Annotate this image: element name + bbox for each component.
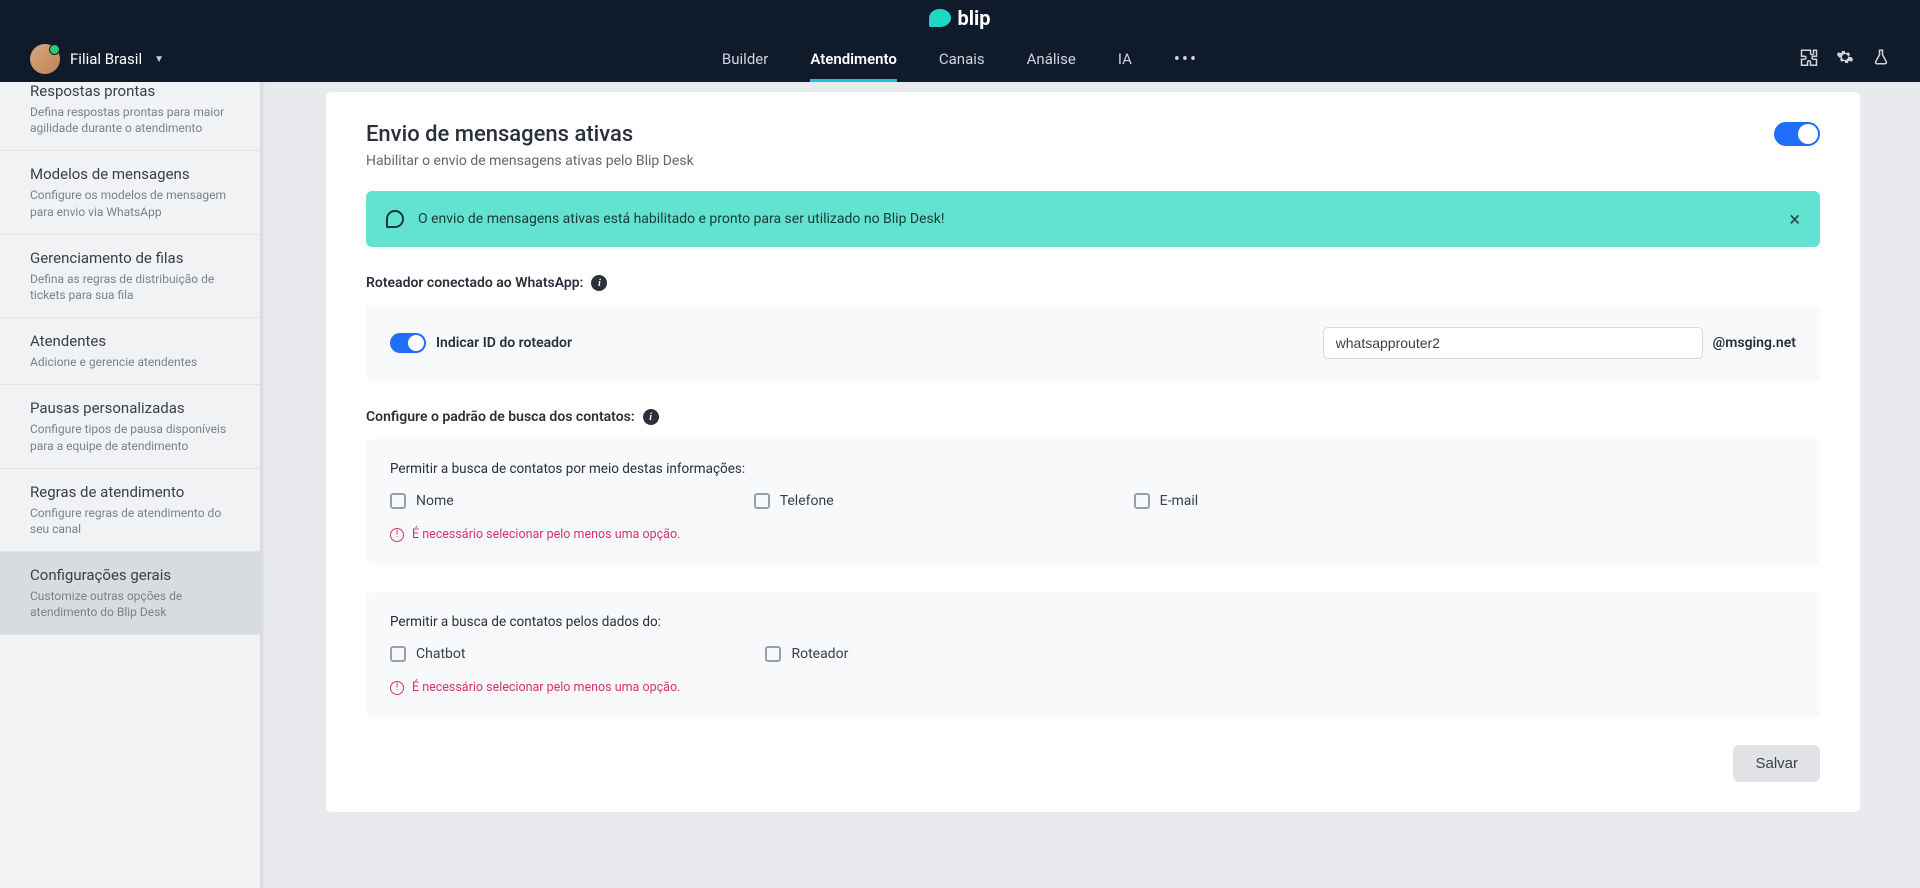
- flask-icon[interactable]: [1872, 48, 1890, 71]
- puzzle-icon[interactable]: [1800, 48, 1818, 71]
- checkbox-label: Roteador: [791, 646, 848, 662]
- sidebar-item-label: Pausas personalizadas: [30, 399, 230, 417]
- sidebar-item-respostas[interactable]: Respostas prontas Defina respostas pront…: [0, 82, 260, 151]
- checkbox-label: Chatbot: [416, 646, 465, 662]
- alert-icon: !: [390, 528, 404, 542]
- checkbox-roteador[interactable]: Roteador: [765, 646, 848, 662]
- checkbox-icon: [765, 646, 781, 662]
- error-text: É necessário selecionar pelo menos uma o…: [412, 680, 680, 695]
- sidebar-item-desc: Configure tipos de pausa disponíveis par…: [30, 421, 230, 453]
- sidebar-item-desc: Configure regras de atendimento do seu c…: [30, 505, 230, 537]
- avatar: [30, 44, 60, 74]
- brand-name: blip: [957, 6, 990, 30]
- router-toggle-label: Indicar ID do roteador: [436, 335, 572, 351]
- search-source-panel: Permitir a busca de contatos pelos dados…: [366, 592, 1820, 717]
- alert-icon: !: [390, 681, 404, 695]
- chevron-down-icon: ▼: [154, 54, 164, 65]
- sidebar-item-label: Gerenciamento de filas: [30, 249, 230, 267]
- section-subtitle: Habilitar o envio de mensagens ativas pe…: [366, 153, 694, 169]
- info-banner: O envio de mensagens ativas está habilit…: [366, 191, 1820, 247]
- tab-ia[interactable]: IA: [1118, 36, 1132, 82]
- checkbox-label: E-mail: [1160, 493, 1199, 509]
- chat-icon: [386, 210, 404, 228]
- checkbox-chatbot[interactable]: Chatbot: [390, 646, 465, 662]
- section-card: Envio de mensagens ativas Habilitar o en…: [326, 92, 1860, 812]
- tab-atendimento[interactable]: Atendimento: [810, 36, 897, 82]
- tab-builder[interactable]: Builder: [722, 36, 768, 82]
- sidebar-item-filas[interactable]: Gerenciamento de filas Defina as regras …: [0, 235, 260, 318]
- enable-toggle[interactable]: [1774, 122, 1820, 146]
- sidebar-item-desc: Configure os modelos de mensagem para en…: [30, 187, 230, 219]
- sidebar-item-label: Configurações gerais: [30, 566, 230, 584]
- sidebar-item-label: Respostas prontas: [30, 82, 230, 100]
- sidebar-item-label: Modelos de mensagens: [30, 165, 230, 183]
- search-fields-panel: Permitir a busca de contatos por meio de…: [366, 439, 1820, 564]
- error-text: É necessário selecionar pelo menos uma o…: [412, 527, 680, 542]
- error-message: ! É necessário selecionar pelo menos uma…: [390, 680, 1796, 695]
- gear-icon[interactable]: [1836, 48, 1854, 71]
- actions-row: Salvar: [366, 745, 1820, 782]
- router-id-toggle[interactable]: [390, 333, 426, 353]
- section-title: Envio de mensagens ativas: [366, 122, 694, 147]
- contacts-heading: Configure o padrão de busca dos contatos…: [366, 409, 1820, 425]
- checkbox-email[interactable]: E-mail: [1134, 493, 1199, 509]
- router-suffix: @msging.net: [1713, 335, 1796, 351]
- logo-row: blip: [0, 0, 1920, 36]
- project-selector[interactable]: Filial Brasil ▼: [30, 44, 164, 74]
- topbar: blip Filial Brasil ▼ Builder Atendimento…: [0, 0, 1920, 82]
- router-id-input[interactable]: [1323, 327, 1703, 359]
- contacts-label: Configure o padrão de busca dos contatos…: [366, 409, 635, 425]
- sidebar-item-regras[interactable]: Regras de atendimento Configure regras d…: [0, 469, 260, 552]
- info-icon[interactable]: i: [591, 275, 607, 291]
- panel-title: Permitir a busca de contatos pelos dados…: [390, 614, 1796, 630]
- error-message: ! É necessário selecionar pelo menos uma…: [390, 527, 1796, 542]
- sidebar-item-desc: Defina as regras de distribuição de tick…: [30, 271, 230, 303]
- router-panel: Indicar ID do roteador @msging.net: [366, 305, 1820, 381]
- checkbox-label: Telefone: [780, 493, 834, 509]
- close-icon[interactable]: ×: [1789, 207, 1800, 231]
- sidebar-item-desc: Customize outras opções de atendimento d…: [30, 588, 230, 620]
- sidebar-item-modelos[interactable]: Modelos de mensagens Configure os modelo…: [0, 151, 260, 234]
- tab-more[interactable]: •••: [1174, 49, 1198, 70]
- sidebar-item-label: Atendentes: [30, 332, 230, 350]
- checkbox-nome[interactable]: Nome: [390, 493, 454, 509]
- topbar-icons: [1800, 48, 1890, 71]
- main: Envio de mensagens ativas Habilitar o en…: [266, 82, 1920, 888]
- checkbox-icon: [390, 646, 406, 662]
- content: Respostas prontas Defina respostas pront…: [0, 82, 1920, 888]
- sidebar-item-desc: Defina respostas prontas para maior agil…: [30, 104, 230, 136]
- tab-canais[interactable]: Canais: [939, 36, 985, 82]
- save-button[interactable]: Salvar: [1733, 745, 1820, 782]
- sidebar: Respostas prontas Defina respostas pront…: [0, 82, 260, 888]
- brand-logo[interactable]: blip: [929, 6, 990, 30]
- banner-text: O envio de mensagens ativas está habilit…: [418, 211, 944, 227]
- info-icon[interactable]: i: [643, 409, 659, 425]
- project-name: Filial Brasil: [70, 50, 142, 68]
- topbar-nav: Filial Brasil ▼ Builder Atendimento Cana…: [0, 36, 1920, 82]
- checkbox-icon: [1134, 493, 1150, 509]
- sidebar-item-pausas[interactable]: Pausas personalizadas Configure tipos de…: [0, 385, 260, 468]
- checkbox-label: Nome: [416, 493, 454, 509]
- tab-analise[interactable]: Análise: [1027, 36, 1076, 82]
- nav-tabs: Builder Atendimento Canais Análise IA ••…: [722, 36, 1198, 82]
- bubble-icon: [929, 9, 951, 27]
- router-heading: Roteador conectado ao WhatsApp: i: [366, 275, 1820, 291]
- checkbox-icon: [754, 493, 770, 509]
- panel-title: Permitir a busca de contatos por meio de…: [390, 461, 1796, 477]
- sidebar-item-desc: Adicione e gerencie atendentes: [30, 354, 230, 370]
- section-header: Envio de mensagens ativas Habilitar o en…: [366, 122, 1820, 169]
- checkbox-telefone[interactable]: Telefone: [754, 493, 834, 509]
- sidebar-item-label: Regras de atendimento: [30, 483, 230, 501]
- sidebar-item-config-gerais[interactable]: Configurações gerais Customize outras op…: [0, 552, 260, 635]
- checkbox-icon: [390, 493, 406, 509]
- sidebar-item-atendentes[interactable]: Atendentes Adicione e gerencie atendente…: [0, 318, 260, 385]
- router-label: Roteador conectado ao WhatsApp:: [366, 275, 583, 291]
